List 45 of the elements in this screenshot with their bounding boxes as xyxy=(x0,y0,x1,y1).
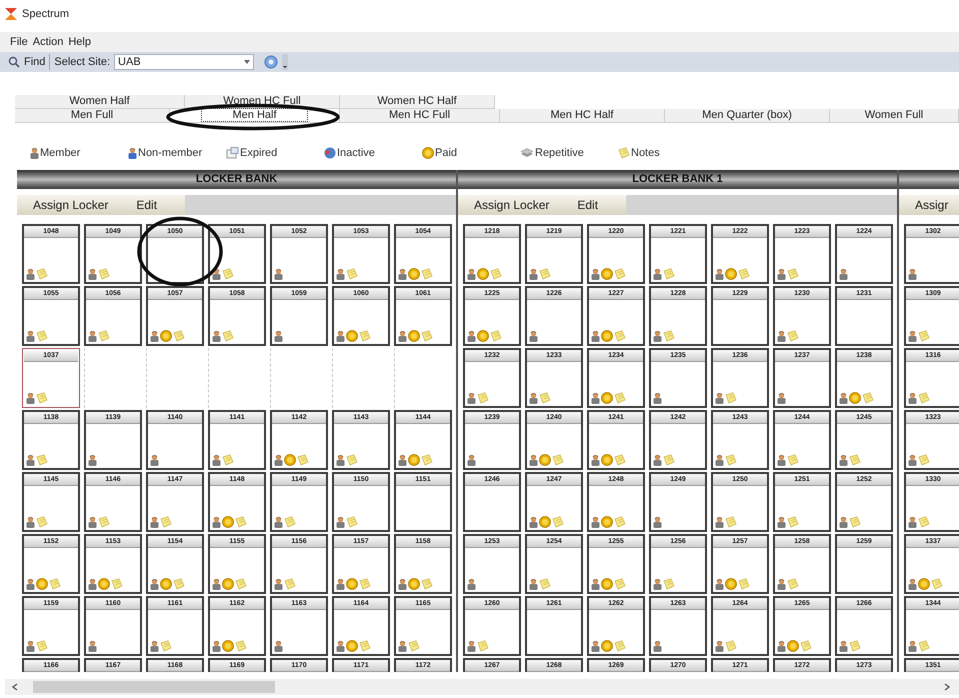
tab[interactable]: Men Quarter (box) xyxy=(665,109,830,123)
globe-icon xyxy=(324,147,336,159)
legend-label: Member xyxy=(40,146,80,161)
site-dropdown[interactable]: UAB xyxy=(114,54,254,70)
edit-button[interactable]: Edit xyxy=(124,195,186,215)
chevron-right-icon[interactable] xyxy=(943,683,951,691)
assign-locker-button[interactable]: Assigr xyxy=(899,195,959,215)
window-title: Spectrum xyxy=(22,6,70,22)
tab[interactable]: Women Half xyxy=(15,95,185,109)
search-icon xyxy=(8,56,20,68)
bank-header xyxy=(899,170,959,189)
tab[interactable]: Men HC Half xyxy=(500,109,665,123)
edit-button[interactable]: Edit xyxy=(565,195,626,215)
bank-title: LOCKER BANK 1 xyxy=(632,172,723,188)
note-icon xyxy=(618,147,630,159)
legend-label: Notes xyxy=(631,146,660,161)
assign-locker-button[interactable]: Assign Locker xyxy=(458,195,566,215)
legend-label: Repetitive xyxy=(535,146,584,161)
legend-label: Paid xyxy=(435,146,458,161)
overflow-icon[interactable] xyxy=(282,54,288,70)
document-icon xyxy=(226,147,239,159)
legend-label: Inactive xyxy=(337,146,375,161)
legend-label: Expired xyxy=(240,146,278,161)
site-label: Select Site: xyxy=(54,54,110,70)
person-icon xyxy=(30,147,39,159)
app-logo-icon xyxy=(4,7,18,21)
tab[interactable]: Women Full xyxy=(830,109,959,123)
refresh-icon[interactable] xyxy=(264,55,278,69)
legend-label: Non-member xyxy=(138,146,202,161)
menu-item[interactable]: Help xyxy=(68,34,91,50)
scrollbar-thumb[interactable] xyxy=(33,681,275,693)
chevron-left-icon[interactable] xyxy=(11,683,19,691)
person-icon xyxy=(128,147,137,159)
menu-item[interactable]: Action xyxy=(32,34,64,50)
coin-icon xyxy=(422,147,434,159)
caret-icon xyxy=(244,60,250,64)
tab[interactable]: Men HC Full xyxy=(340,109,500,123)
stack-icon xyxy=(520,147,534,159)
tab[interactable]: Men Full xyxy=(15,109,170,123)
tab[interactable]: Women HC Half xyxy=(340,95,495,109)
assign-locker-button[interactable]: Assign Locker xyxy=(17,195,124,215)
find-button[interactable]: Find xyxy=(8,54,50,70)
menu-item[interactable]: File xyxy=(10,34,28,50)
horizontal-scrollbar[interactable] xyxy=(5,679,959,695)
bank-title: LOCKER BANK xyxy=(196,172,278,188)
